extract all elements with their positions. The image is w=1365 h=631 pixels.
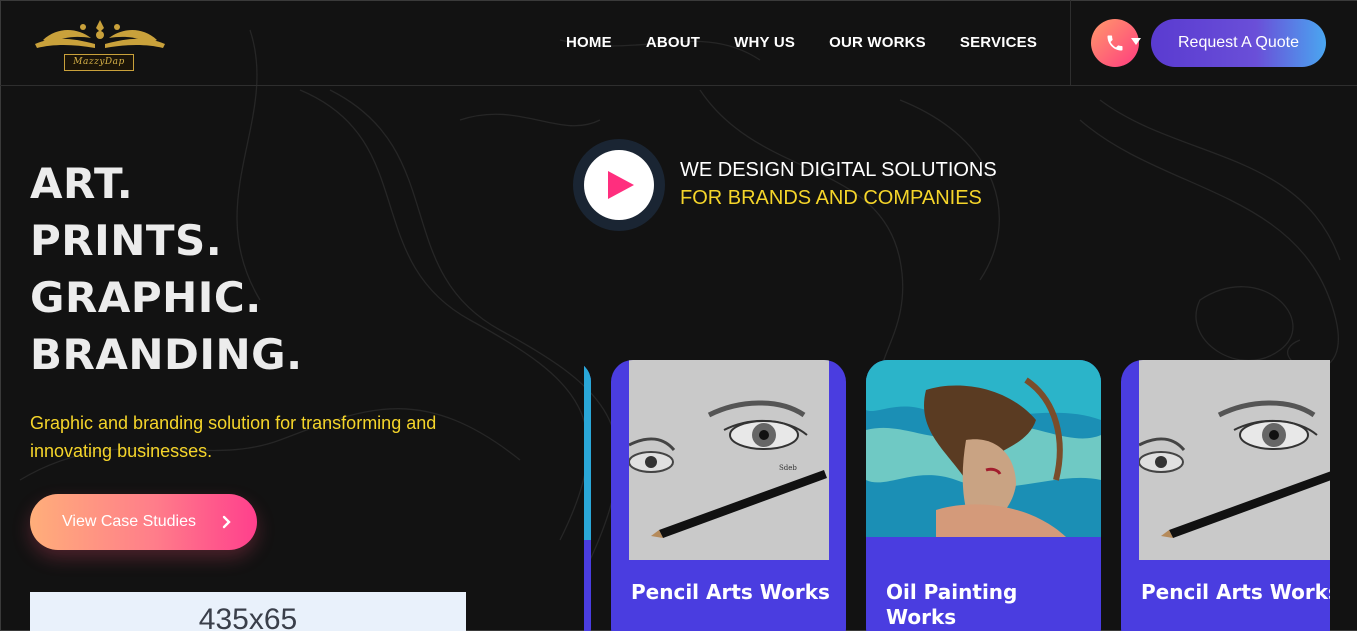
- nav-item-our-works[interactable]: OUR WORKS: [829, 34, 926, 51]
- logo-wordmark: MazzyDap: [64, 54, 134, 71]
- site-header: MazzyDap HOME ABOUT WHY US OUR WORKS SER…: [0, 0, 1365, 86]
- work-card-oil-painting[interactable]: Oil Painting Works: [866, 360, 1101, 631]
- hero-heading: ART. PRINTS. GRAPHIC. BRANDING.: [30, 155, 303, 383]
- hero-line-graphic: GRAPHIC.: [30, 273, 262, 322]
- chevron-down-icon[interactable]: [1131, 38, 1141, 45]
- ad-placeholder: 435x65: [30, 592, 466, 631]
- nav-item-services[interactable]: SERVICES: [960, 34, 1037, 51]
- works-carousel: Sdeb Pencil Arts Works Oil Painting Work…: [584, 360, 1330, 631]
- request-quote-button[interactable]: Request A Quote: [1151, 19, 1326, 67]
- header-divider: [1070, 0, 1071, 86]
- play-icon: [608, 171, 634, 199]
- site-logo[interactable]: MazzyDap: [33, 18, 167, 72]
- scrollbar-track[interactable]: [1357, 0, 1365, 631]
- svg-text:Sdeb: Sdeb: [779, 464, 797, 472]
- work-card-partial[interactable]: [584, 360, 591, 631]
- work-card-pencil-arts-2[interactable]: Pencil Arts Works: [1121, 360, 1330, 631]
- hero-line-branding: BRANDING.: [30, 330, 303, 379]
- card-title: Pencil Arts Works: [1141, 580, 1330, 604]
- oil-painting-image: [866, 360, 1101, 537]
- video-play-button[interactable]: [584, 150, 654, 220]
- nav-item-why-us[interactable]: WHY US: [734, 34, 795, 51]
- cta-label: View Case Studies: [62, 513, 196, 530]
- tagline-line-2: FOR BRANDS AND COMPANIES: [680, 187, 982, 209]
- phone-icon: [1107, 35, 1123, 51]
- logo-ornament-icon: [35, 20, 165, 48]
- view-case-studies-button[interactable]: View Case Studies: [30, 494, 257, 550]
- hero-subtitle: Graphic and branding solution for transf…: [30, 413, 437, 461]
- hero-line-prints: PRINTS.: [30, 216, 223, 265]
- nav-item-about[interactable]: ABOUT: [646, 34, 700, 51]
- nav-item-home[interactable]: HOME: [566, 34, 612, 51]
- hero-line-art: ART.: [30, 159, 134, 208]
- pencil-drawing-image: Sdeb: [629, 360, 829, 560]
- main-nav: HOME ABOUT WHY US OUR WORKS SERVICES: [566, 34, 1071, 51]
- tagline-line-1: WE DESIGN DIGITAL SOLUTIONS: [680, 159, 997, 181]
- card-image: [584, 360, 591, 540]
- card-title: Oil Painting Works: [886, 580, 1018, 629]
- work-card-pencil-arts[interactable]: Sdeb Pencil Arts Works: [611, 360, 846, 631]
- card-title: Pencil Arts Works: [631, 580, 830, 604]
- chevron-right-icon: [222, 515, 231, 529]
- pencil-drawing-image: [1139, 360, 1330, 560]
